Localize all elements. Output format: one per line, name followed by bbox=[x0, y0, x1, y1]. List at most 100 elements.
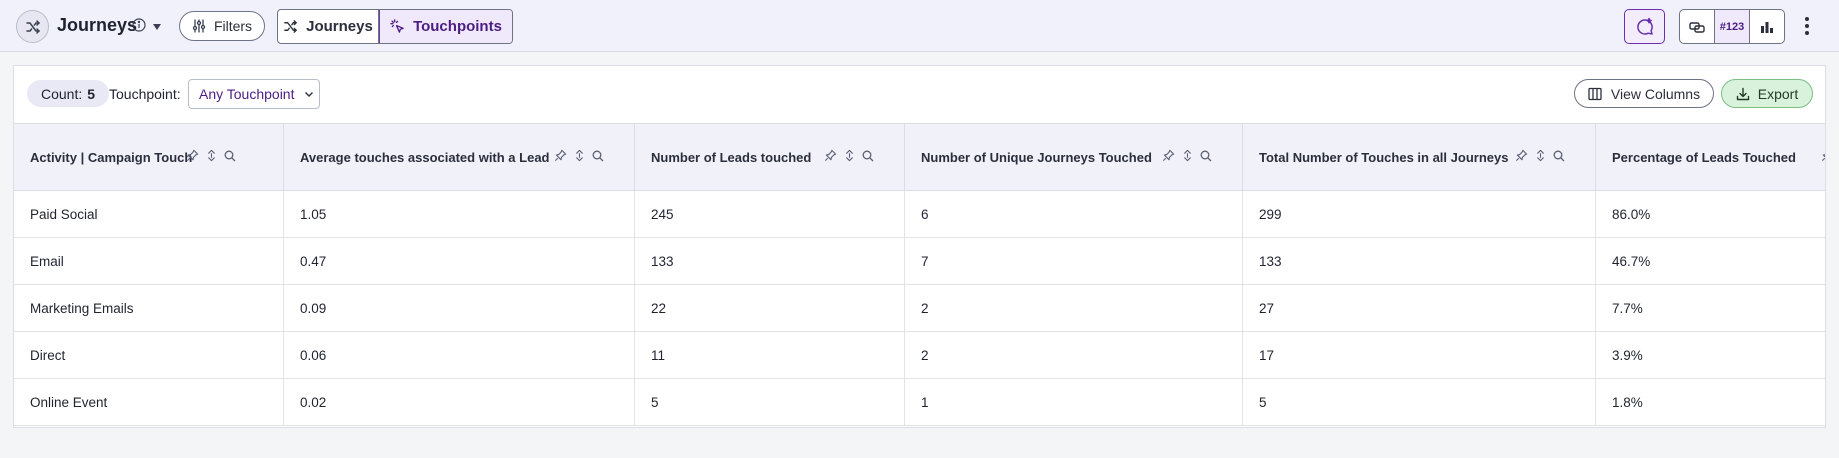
search-icon[interactable] bbox=[592, 150, 604, 162]
sparkle-chat-icon bbox=[1636, 17, 1653, 35]
column-header[interactable]: Average touches associated with a Lead bbox=[284, 124, 635, 191]
shuffle-icon bbox=[284, 20, 297, 33]
cell-activity: Marketing Emails bbox=[14, 285, 284, 331]
cell-activity: Paid Social bbox=[14, 191, 284, 237]
info-icon[interactable] bbox=[132, 18, 146, 35]
page-title: Journeys bbox=[57, 15, 138, 35]
cell-leads-touched: 5 bbox=[635, 379, 905, 425]
cell-unique-journeys: 7 bbox=[905, 238, 1243, 284]
tab-touchpoints[interactable]: Touchpoints bbox=[379, 10, 512, 43]
export-button[interactable]: Export bbox=[1721, 79, 1813, 108]
cell-percentage: 3.9% bbox=[1596, 332, 1825, 378]
id-view-button[interactable]: #123 bbox=[1715, 10, 1750, 43]
filters-button[interactable]: Filters bbox=[179, 11, 265, 41]
touchpoints-panel: Count: 5 Touchpoint: Any Touchpoint View… bbox=[13, 65, 1826, 428]
export-label: Export bbox=[1757, 85, 1799, 102]
chart-view-button[interactable] bbox=[1750, 10, 1784, 43]
search-icon[interactable] bbox=[224, 150, 236, 162]
touchpoint-select-value: Any Touchpoint bbox=[199, 86, 295, 102]
cell-total-touches: 299 bbox=[1243, 191, 1596, 237]
columns-icon bbox=[1588, 87, 1602, 100]
top-bar: Journeys Filters Journeys Touchpoints #1… bbox=[0, 0, 1839, 52]
display-options: #123 bbox=[1679, 9, 1785, 44]
column-tools bbox=[1821, 149, 1825, 162]
sort-icon[interactable] bbox=[845, 149, 854, 162]
filters-label: Filters bbox=[213, 18, 253, 34]
bar-chart-icon bbox=[1761, 21, 1773, 33]
column-header[interactable]: Total Number of Touches in all Journeys bbox=[1243, 124, 1596, 191]
cell-total-touches: 5 bbox=[1243, 379, 1596, 425]
column-header[interactable]: Number of Unique Journeys Touched bbox=[905, 124, 1243, 191]
pin-icon[interactable] bbox=[824, 149, 837, 162]
pin-icon[interactable] bbox=[1821, 149, 1825, 162]
pin-icon[interactable] bbox=[186, 149, 199, 162]
table-header: Activity | Campaign Touch Average touche… bbox=[14, 123, 1825, 191]
view-columns-button[interactable]: View Columns bbox=[1574, 79, 1714, 108]
table-row[interactable]: Email 0.47 133 7 133 46.7% bbox=[14, 238, 1825, 285]
touchpoint-label: Touchpoint: bbox=[109, 86, 181, 102]
count-label: Count: bbox=[41, 85, 83, 102]
more-options-icon[interactable] bbox=[1800, 14, 1814, 38]
sort-icon[interactable] bbox=[1183, 149, 1192, 162]
column-header[interactable]: Activity | Campaign Touch bbox=[14, 124, 284, 191]
search-icon[interactable] bbox=[862, 150, 874, 162]
table-row[interactable]: Online Event 0.02 5 1 5 1.8% bbox=[14, 379, 1825, 426]
table-row[interactable]: Paid Social 1.05 245 6 299 86.0% bbox=[14, 191, 1825, 238]
pin-icon[interactable] bbox=[554, 149, 567, 162]
tab-touchpoints-label: Touchpoints bbox=[413, 18, 502, 35]
touchpoint-select[interactable]: Any Touchpoint bbox=[188, 79, 320, 109]
cell-total-touches: 133 bbox=[1243, 238, 1596, 284]
sort-icon[interactable] bbox=[207, 149, 216, 162]
column-header-label: Number of Unique Journeys Touched bbox=[921, 150, 1152, 165]
cell-unique-journeys: 1 bbox=[905, 379, 1243, 425]
cell-leads-touched: 245 bbox=[635, 191, 905, 237]
cell-activity: Direct bbox=[14, 332, 284, 378]
count-value: 5 bbox=[87, 85, 96, 102]
column-header[interactable]: Percentage of Leads Touched bbox=[1596, 124, 1825, 191]
cell-avg-touches: 0.02 bbox=[284, 379, 635, 425]
search-icon[interactable] bbox=[1553, 150, 1565, 162]
tab-journeys-label: Journeys bbox=[306, 18, 373, 35]
table-row[interactable]: Direct 0.06 11 2 17 3.9% bbox=[14, 332, 1825, 379]
link-view-button[interactable] bbox=[1680, 10, 1715, 43]
search-icon[interactable] bbox=[1200, 150, 1212, 162]
column-header-label: Activity | Campaign Touch bbox=[30, 150, 193, 165]
column-header[interactable]: Number of Leads touched bbox=[635, 124, 905, 191]
cell-unique-journeys: 2 bbox=[905, 332, 1243, 378]
cell-avg-touches: 0.09 bbox=[284, 285, 635, 331]
column-tools bbox=[186, 149, 236, 162]
column-header-label: Average touches associated with a Lead bbox=[300, 150, 550, 165]
column-tools bbox=[1515, 149, 1565, 162]
sort-icon[interactable] bbox=[575, 149, 584, 162]
cell-leads-touched: 133 bbox=[635, 238, 905, 284]
column-header-label: Total Number of Touches in all Journeys bbox=[1259, 150, 1509, 165]
view-toggle: Journeys Touchpoints bbox=[277, 9, 513, 44]
cell-total-touches: 27 bbox=[1243, 285, 1596, 331]
shuffle-logo-icon[interactable] bbox=[16, 10, 49, 43]
ai-chat-button[interactable] bbox=[1624, 9, 1665, 44]
column-header-label: Number of Leads touched bbox=[651, 150, 812, 165]
cell-percentage: 46.7% bbox=[1596, 238, 1825, 284]
cell-leads-touched: 11 bbox=[635, 332, 905, 378]
count-badge: Count: 5 bbox=[27, 80, 110, 107]
cursor-click-icon bbox=[390, 19, 404, 33]
pin-icon[interactable] bbox=[1162, 149, 1175, 162]
cell-avg-touches: 1.05 bbox=[284, 191, 635, 237]
table-row[interactable]: Marketing Emails 0.09 22 2 27 7.7% bbox=[14, 285, 1825, 332]
cell-percentage: 7.7% bbox=[1596, 285, 1825, 331]
cell-leads-touched: 22 bbox=[635, 285, 905, 331]
link-cards-icon bbox=[1689, 21, 1705, 33]
cell-percentage: 86.0% bbox=[1596, 191, 1825, 237]
caret-down-icon[interactable] bbox=[152, 19, 162, 35]
chevron-down-icon bbox=[305, 92, 314, 97]
download-icon bbox=[1736, 87, 1749, 100]
touchpoints-table: Activity | Campaign Touch Average touche… bbox=[14, 123, 1825, 428]
cell-avg-touches: 0.47 bbox=[284, 238, 635, 284]
tab-journeys[interactable]: Journeys bbox=[278, 10, 379, 43]
sort-icon[interactable] bbox=[1536, 149, 1545, 162]
pin-icon[interactable] bbox=[1515, 149, 1528, 162]
view-columns-label: View Columns bbox=[1610, 85, 1701, 102]
cell-avg-touches: 0.06 bbox=[284, 332, 635, 378]
cell-activity: Online Event bbox=[14, 379, 284, 425]
sliders-icon bbox=[192, 19, 206, 33]
